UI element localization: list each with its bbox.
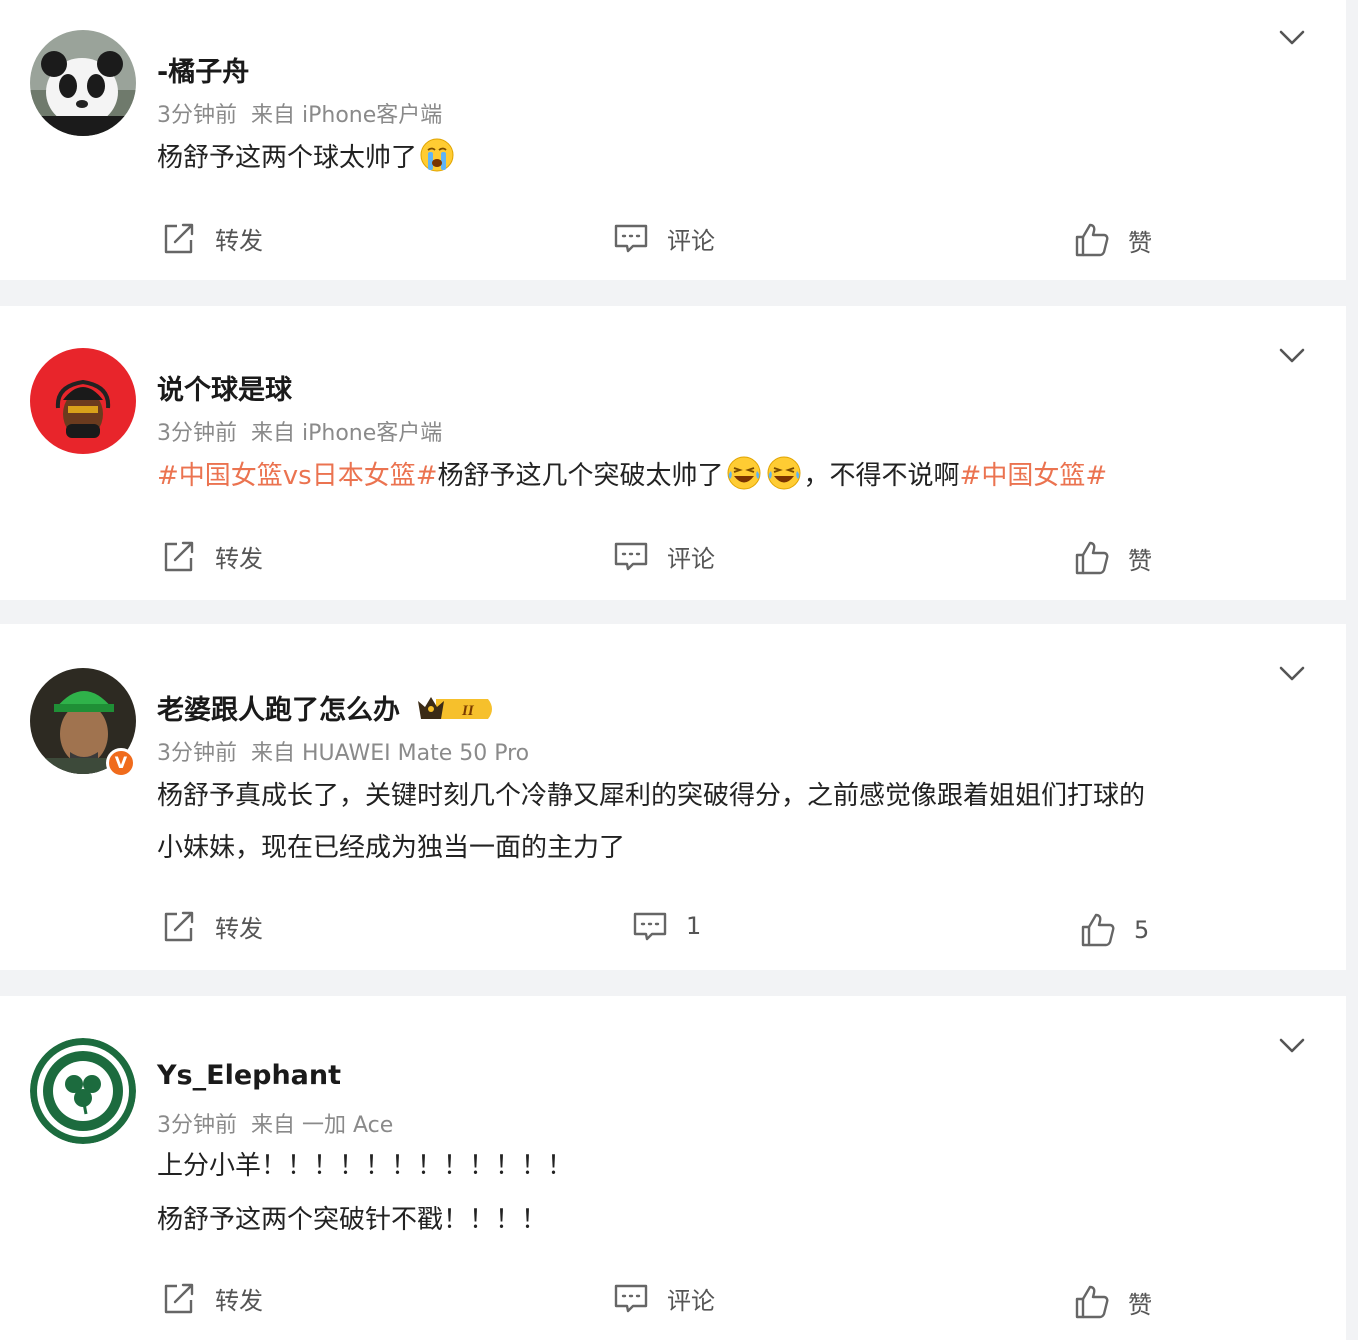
post-card: V 老婆跟人跑了怎么办 II 3分钟前 来自 HUAWEI Mate 50 Pro… (0, 624, 1346, 970)
like-label: 赞 (1128, 228, 1152, 257)
post-card: -橘子舟 3分钟前 来自 iPhone客户端 杨舒予这两个球太帅了 转发 评论 赞 (0, 0, 1346, 280)
comment-label: 评论 (667, 226, 715, 255)
repost-label: 转发 (215, 226, 263, 255)
username[interactable]: 说个球是球 (157, 368, 292, 407)
repost-button[interactable]: 转发 (161, 538, 263, 574)
thumbs-up-icon (1074, 540, 1110, 576)
repost-button[interactable]: 转发 (161, 1280, 263, 1316)
laughing-crying-face-icon (766, 455, 802, 491)
comment-button[interactable]: 评论 (613, 538, 715, 574)
thumbs-up-icon (1074, 1284, 1110, 1320)
thumbs-up-icon (1074, 222, 1110, 258)
chevron-down-icon[interactable] (1278, 664, 1306, 684)
post-text: 小妹妹，现在已经成为独当一面的主力了 (157, 833, 626, 863)
topic-link[interactable]: #中国女篮vs日本女篮# (157, 461, 438, 491)
post-time: 3分钟前 (157, 421, 237, 446)
crown-level-icon: II (418, 697, 492, 719)
post-text-tail: ，不得不说啊 (803, 461, 960, 491)
chevron-down-icon[interactable] (1278, 28, 1306, 48)
comment-icon (613, 1280, 649, 1316)
username[interactable]: Ys_Elephant (157, 1060, 341, 1091)
post-meta: 3分钟前 来自 iPhone客户端 (157, 415, 442, 447)
post-card: 说个球是球 3分钟前 来自 iPhone客户端 #中国女篮vs日本女篮#杨舒予这几… (0, 306, 1346, 600)
chevron-down-icon[interactable] (1278, 1036, 1306, 1056)
verified-badge-label: V (114, 753, 128, 772)
post-meta: 3分钟前 来自 iPhone客户端 (157, 97, 442, 129)
comment-icon (613, 220, 649, 256)
repost-label: 转发 (215, 1286, 263, 1315)
post-text-body: 杨舒予这几个突破太帅了 (437, 461, 724, 491)
topic-link[interactable]: #中国女篮# (960, 461, 1108, 491)
laughing-crying-face-icon (726, 455, 762, 491)
repost-button[interactable]: 转发 (161, 220, 263, 256)
comment-icon (613, 538, 649, 574)
post-card: Ys_Elephant 3分钟前 来自 一加 Ace 上分小羊！！！！！！！！！！… (0, 996, 1346, 1340)
comment-icon (632, 908, 668, 944)
like-button[interactable]: 5 (1080, 912, 1149, 948)
comment-button[interactable]: 1 (632, 908, 701, 944)
avatar[interactable] (30, 348, 136, 454)
chevron-down-icon[interactable] (1278, 346, 1306, 366)
avatar[interactable] (30, 30, 136, 136)
crown-level-label: II (461, 703, 475, 719)
thumbs-up-icon (1080, 912, 1116, 948)
post-text: 杨舒予这两个球太帅了 (157, 132, 457, 184)
post-source: 来自 一加 Ace (251, 1113, 394, 1138)
post-time: 3分钟前 (157, 1113, 237, 1138)
repost-label: 转发 (215, 914, 263, 943)
post-text: 杨舒予真成长了，关键时刻几个冷静又犀利的突破得分，之前感觉像跟着姐姐们打球的 (157, 781, 1146, 811)
post-text-body: 杨舒予这两个球太帅了 (157, 143, 418, 173)
post-time: 3分钟前 (157, 741, 237, 766)
comment-label: 评论 (667, 544, 715, 573)
post-text: 杨舒予这两个突破针不戳！！！！ (157, 1205, 548, 1235)
post-meta: 3分钟前 来自 HUAWEI Mate 50 Pro (157, 735, 529, 767)
repost-label: 转发 (215, 544, 263, 573)
comment-count: 1 (686, 912, 702, 940)
red-character-avatar-image (30, 348, 136, 454)
comment-button[interactable]: 评论 (613, 1280, 715, 1316)
like-label: 赞 (1128, 546, 1152, 575)
boston-clover-avatar-image (30, 1038, 136, 1144)
like-button[interactable]: 赞 (1074, 222, 1152, 258)
username[interactable]: -橘子舟 (157, 50, 249, 89)
comment-label: 评论 (667, 1286, 715, 1315)
repost-icon (161, 908, 197, 944)
like-button[interactable]: 赞 (1074, 540, 1152, 576)
post-source: 来自 iPhone客户端 (251, 103, 443, 128)
verified-badge: V (106, 748, 136, 778)
crying-face-icon (419, 137, 455, 173)
comment-button[interactable]: 评论 (613, 220, 715, 256)
username[interactable]: 老婆跟人跑了怎么办 II (157, 688, 496, 727)
post-text: #中国女篮vs日本女篮#杨舒予这几个突破太帅了 ，不得不说啊#中国女篮# (157, 450, 1107, 502)
post-meta: 3分钟前 来自 一加 Ace (157, 1107, 393, 1139)
username-text: 老婆跟人跑了怎么办 (157, 695, 400, 726)
like-count: 5 (1134, 916, 1150, 944)
panda-avatar-image (30, 30, 136, 136)
post-source: 来自 iPhone客户端 (251, 421, 443, 446)
post-source: 来自 HUAWEI Mate 50 Pro (251, 741, 530, 766)
like-label: 赞 (1128, 1290, 1152, 1319)
repost-icon (161, 538, 197, 574)
repost-icon (161, 220, 197, 256)
post-text: 上分小羊！！！！！！！！！！！！ (157, 1151, 574, 1181)
avatar[interactable] (30, 1038, 136, 1144)
post-time: 3分钟前 (157, 103, 237, 128)
repost-button[interactable]: 转发 (161, 908, 263, 944)
repost-icon (161, 1280, 197, 1316)
like-button[interactable]: 赞 (1074, 1284, 1152, 1320)
